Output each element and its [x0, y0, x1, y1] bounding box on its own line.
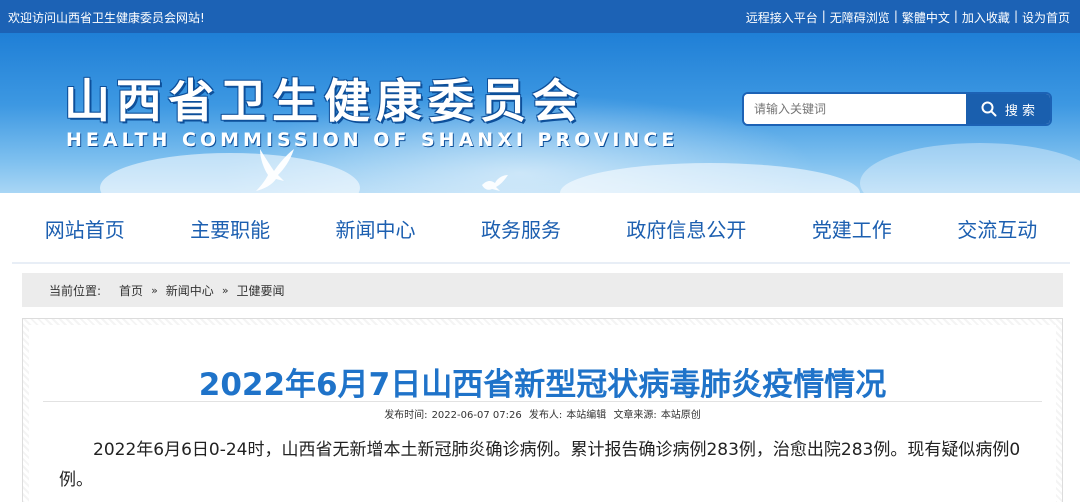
top-links: 远程接入平台 | 无障碍浏览 | 繁體中文 | 加入收藏 | 设为首页 [746, 9, 1070, 26]
link-traditional-chinese[interactable]: 繁體中文 [902, 9, 950, 26]
title-divider [43, 401, 1042, 402]
site-title: 山西省卫生健康委员会 [64, 74, 584, 128]
link-separator: | [821, 9, 826, 23]
cloud-decoration [860, 143, 1080, 193]
nav-divider [12, 262, 1070, 264]
article-inner: 2022年6月7日山西省新型冠状病毒肺炎疫情情况 发布时间: 2022-06-07… [29, 325, 1056, 502]
site-title-english: HEALTH COMMISSION OF SHANXI PROVINCE [66, 129, 679, 151]
nav-item-services[interactable]: 政务服务 [481, 214, 561, 243]
header-banner: 山西省卫生健康委员会 HEALTH COMMISSION OF SHANXI P… [0, 33, 1080, 193]
meta-time-label: 发布时间: [384, 410, 428, 421]
search-button-label: 搜 索 [1004, 103, 1036, 119]
search-icon [981, 101, 997, 117]
nav-item-functions[interactable]: 主要职能 [190, 214, 270, 243]
link-separator: | [953, 9, 958, 23]
nav-item-party[interactable]: 党建工作 [812, 214, 892, 243]
breadcrumb-home[interactable]: 首页 [119, 282, 143, 299]
meta-source: 本站原创 [660, 410, 701, 421]
breadcrumb: 当前位置: 首页 » 新闻中心 » 卫健要闻 [22, 273, 1063, 307]
link-remote-access[interactable]: 远程接入平台 [746, 9, 818, 26]
article-body: 2022年6月6日0-24时，山西省无新增本土新冠肺炎确诊病例。累计报告确诊病例… [59, 440, 1021, 490]
meta-time: 2022-06-07 07:26 [431, 410, 522, 421]
article-title: 2022年6月7日山西省新型冠状病毒肺炎疫情情况 [198, 367, 887, 403]
nav-item-news[interactable]: 新闻中心 [336, 214, 416, 243]
link-separator: | [893, 9, 898, 23]
breadcrumb-label: 当前位置: [49, 283, 102, 298]
article-meta: 发布时间: 2022-06-07 07:26 发布人: 本站编辑 文章来源: 本站原创 [29, 406, 1056, 421]
search-input[interactable] [744, 94, 966, 124]
welcome-text: 欢迎访问山西省卫生健康委员会网站! [8, 11, 205, 25]
meta-source-label: 文章来源: [613, 410, 657, 421]
search-button[interactable]: 搜 索 [966, 94, 1050, 124]
nav-item-home[interactable]: 网站首页 [45, 214, 125, 243]
meta-publisher-label: 发布人: [528, 410, 563, 421]
article-container: 2022年6月7日山西省新型冠状病毒肺炎疫情情况 发布时间: 2022-06-07… [22, 318, 1063, 502]
dove-icon [482, 175, 508, 191]
link-add-favorite[interactable]: 加入收藏 [962, 9, 1010, 26]
breadcrumb-arrow: » [151, 283, 158, 297]
search-box: 搜 索 [742, 92, 1052, 126]
breadcrumb-arrow: » [221, 283, 229, 297]
meta-publisher: 本站编辑 [566, 410, 607, 421]
breadcrumb-news[interactable]: 新闻中心 [166, 282, 214, 299]
main-nav: 网站首页 主要职能 新闻中心 政务服务 政府信息公开 党建工作 交流互动 [12, 193, 1070, 263]
dove-icon [256, 149, 294, 191]
link-set-homepage[interactable]: 设为首页 [1022, 9, 1070, 26]
top-bar: 欢迎访问山西省卫生健康委员会网站! 远程接入平台 | 无障碍浏览 | 繁體中文 … [0, 0, 1080, 33]
link-separator: | [1013, 9, 1018, 23]
nav-item-disclosure[interactable]: 政府信息公开 [626, 214, 746, 243]
link-accessibility[interactable]: 无障碍浏览 [830, 9, 890, 26]
nav-item-interaction[interactable]: 交流互动 [957, 214, 1037, 243]
breadcrumb-health-news[interactable]: 卫健要闻 [237, 282, 285, 299]
